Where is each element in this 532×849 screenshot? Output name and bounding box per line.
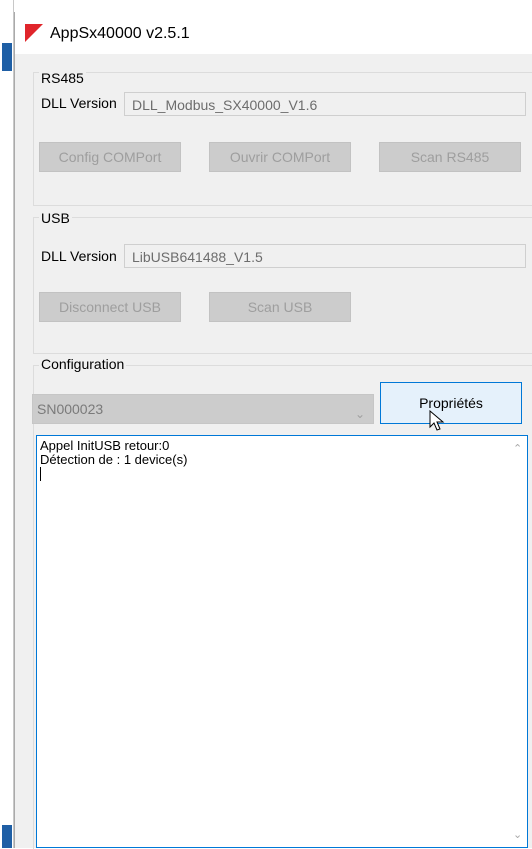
mouse-cursor-icon xyxy=(429,410,445,431)
proprietes-button[interactable]: Propriétés xyxy=(380,382,522,424)
usb-group xyxy=(33,217,532,354)
title-bar[interactable]: AppSx40000 v2.5.1 xyxy=(15,12,532,54)
config-comport-button[interactable]: Config COMPort xyxy=(39,142,181,172)
background-window-edge xyxy=(0,0,14,848)
configuration-group-label: Configuration xyxy=(39,356,127,372)
log-line: Appel InitUSB retour:0 xyxy=(40,438,170,453)
text-caret xyxy=(40,467,41,481)
app-logo-icon xyxy=(25,24,43,42)
scroll-down-icon[interactable]: ⌄ xyxy=(513,828,522,841)
rs485-dll-label: DLL Version xyxy=(41,95,117,111)
device-select-value: SN000023 xyxy=(37,401,104,417)
scan-rs485-button[interactable]: Scan RS485 xyxy=(379,142,521,172)
background-window-tab xyxy=(2,825,12,848)
usb-group-label: USB xyxy=(39,210,72,226)
device-select[interactable]: SN000023 ⌄ xyxy=(32,394,374,424)
chevron-down-icon[interactable]: ⌄ xyxy=(355,400,365,428)
log-line: Détection de : 1 device(s) xyxy=(40,452,188,467)
scan-usb-button[interactable]: Scan USB xyxy=(209,292,351,322)
disconnect-usb-button[interactable]: Disconnect USB xyxy=(39,292,181,322)
log-output-textarea[interactable]: Appel InitUSB retour:0 Détection de : 1 … xyxy=(36,435,528,848)
rs485-group-label: RS485 xyxy=(39,70,86,86)
rs485-dll-version-field[interactable]: DLL_Modbus_SX40000_V1.6 xyxy=(124,92,526,116)
window-title: AppSx40000 v2.5.1 xyxy=(50,25,190,42)
usb-dll-version-field[interactable]: LibUSB641488_V1.5 xyxy=(124,244,526,268)
ouvrir-comport-button[interactable]: Ouvrir COMPort xyxy=(209,142,351,172)
background-window-tab xyxy=(2,43,12,71)
usb-dll-label: DLL Version xyxy=(41,248,117,264)
scroll-up-icon[interactable]: ⌃ xyxy=(513,442,522,455)
log-scrollbar[interactable]: ⌃ ⌄ xyxy=(509,436,527,847)
app-window: AppSx40000 v2.5.1 RS485 DLL Version DLL_… xyxy=(14,12,532,849)
